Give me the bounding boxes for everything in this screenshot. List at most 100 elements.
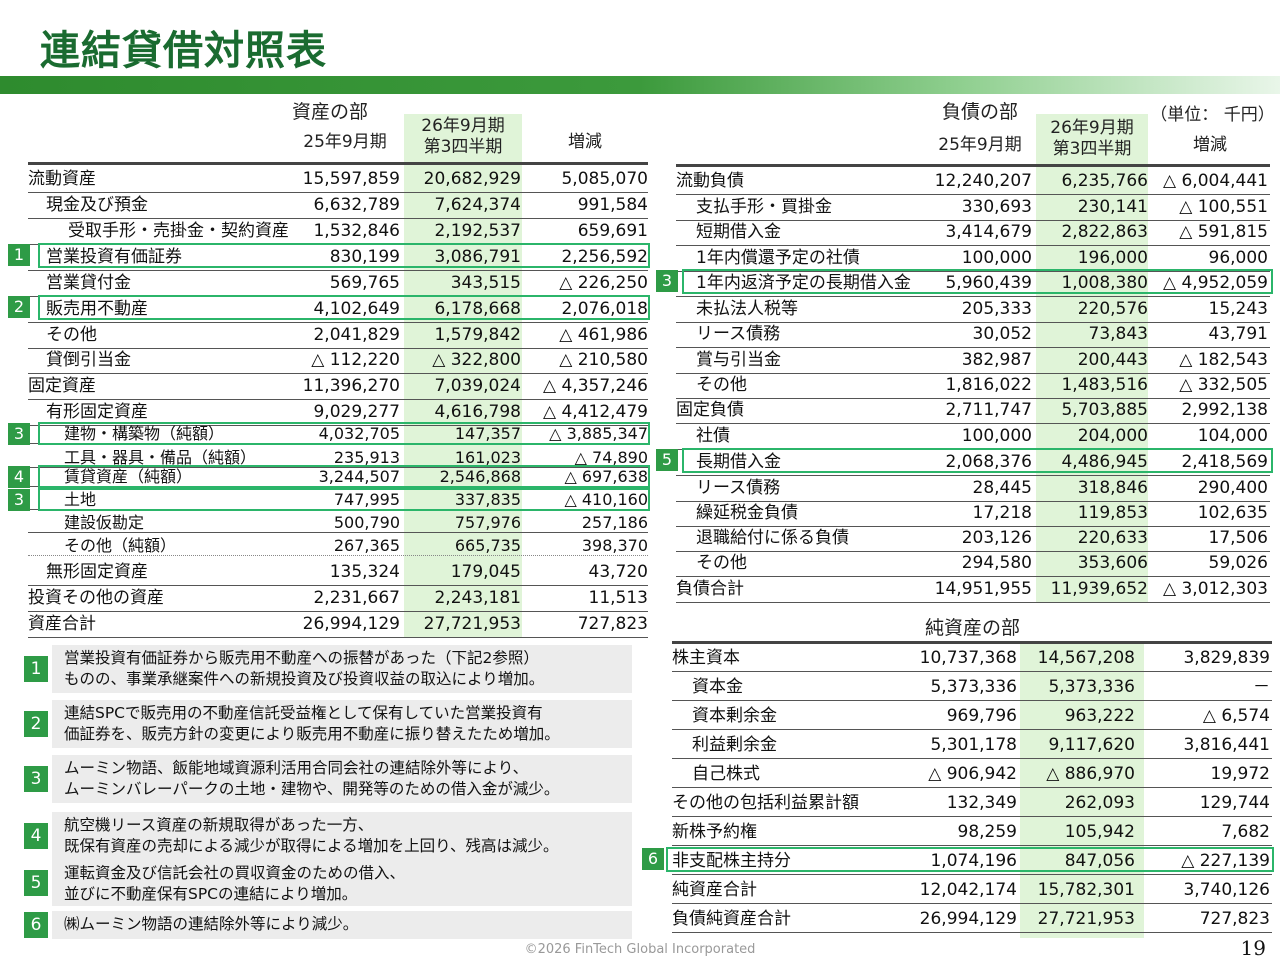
equity-row: 負債純資産合計 26,994,129 27,721,953 727,823 bbox=[672, 907, 1272, 932]
equity-row-divider bbox=[672, 932, 1272, 933]
note-number-badge: 5 bbox=[24, 870, 48, 896]
equity-row-value-current: 15,782,301 bbox=[1037, 880, 1135, 900]
assets-row-label: 現金及び預金 bbox=[46, 195, 148, 215]
assets-row-label: 流動資産 bbox=[28, 169, 96, 189]
assets-row-value-prev: 569,765 bbox=[329, 273, 400, 293]
assets-row: 受取手形・売掛金・契約資産 1,532,846 2,192,537 659,691 bbox=[28, 219, 648, 244]
equity-row-label: 自己株式 bbox=[692, 764, 760, 784]
liabilities-row-value-prev: 330,693 bbox=[961, 197, 1032, 217]
liabilities-row-label: 固定負債 bbox=[676, 400, 744, 420]
note-text: ムーミン物語、飯能地域資源利活用合同会社の連結除外等により、 ムーミンバレーパー… bbox=[52, 755, 632, 803]
copyright-footer: ©2026 FinTech Global Incorporated bbox=[524, 942, 756, 957]
liabilities-row-value-current: 11,939,652 bbox=[1050, 579, 1148, 599]
equity-badge: 6 bbox=[642, 848, 664, 870]
liabilities-col-current: 26年9月期 第3四半期 bbox=[1050, 118, 1134, 159]
assets-row-divider bbox=[28, 555, 648, 556]
note-text: 運転資金及び信託会社の買収資金のための借入、 並びに不動産保有SPCの連結により… bbox=[52, 860, 632, 906]
assets-badge: 1 bbox=[8, 244, 30, 266]
assets-row-value-prev: 26,994,129 bbox=[302, 614, 400, 634]
liabilities-row-value-diff: △ 100,551 bbox=[1179, 197, 1268, 217]
equity-row-value-current: △ 886,970 bbox=[1046, 764, 1135, 784]
liabilities-row-value-prev: 294,580 bbox=[961, 553, 1032, 573]
assets-row: 貸倒引当金 △ 112,220 △ 322,800 △ 210,580 bbox=[28, 348, 648, 373]
assets-header-rule bbox=[28, 162, 648, 165]
liabilities-row-value-current: 220,576 bbox=[1077, 299, 1148, 319]
page-title: 連結貸借対照表 bbox=[40, 28, 327, 74]
liabilities-row-value-diff: 104,000 bbox=[1197, 426, 1268, 446]
liabilities-row-value-current: 119,853 bbox=[1077, 503, 1148, 523]
liabilities-row-value-current: 5,703,885 bbox=[1061, 400, 1148, 420]
note-text: 連結SPCで販売用の不動産信託受益権として保有していた営業投資有 価証券を、販売… bbox=[52, 700, 632, 748]
assets-row-value-prev: 500,790 bbox=[333, 513, 400, 532]
equity-section-header: 純資産の部 bbox=[924, 617, 1020, 639]
assets-row-value-diff: 398,370 bbox=[581, 536, 648, 555]
liabilities-row-label: 未払法人税等 bbox=[696, 299, 798, 319]
equity-row-label: 資本剰余金 bbox=[692, 706, 777, 726]
assets-row: 無形固定資産 135,324 179,045 43,720 bbox=[28, 560, 648, 585]
liabilities-row-value-prev: 100,000 bbox=[961, 248, 1032, 268]
equity-row-label: 利益剰余金 bbox=[692, 735, 777, 755]
assets-row-value-current: 27,721,953 bbox=[423, 614, 521, 634]
equity-row-value-diff: 3,740,126 bbox=[1183, 880, 1270, 900]
equity-row-value-diff: 3,829,839 bbox=[1183, 648, 1270, 668]
assets-row-value-diff: 257,186 bbox=[581, 513, 648, 532]
assets-section-header: 資産の部 bbox=[291, 101, 368, 123]
liabilities-row-value-prev: 12,240,207 bbox=[934, 171, 1032, 191]
equity-row: 利益剰余金 5,301,178 9,117,620 3,816,441 bbox=[672, 733, 1272, 758]
equity-row-divider bbox=[672, 787, 1272, 788]
liabilities-row-value-diff: △ 182,543 bbox=[1179, 350, 1268, 370]
liabilities-row-divider bbox=[676, 602, 1270, 603]
liabilities-badge: 3 bbox=[656, 270, 678, 292]
equity-row-divider bbox=[672, 845, 1272, 846]
assets-row-divider bbox=[28, 637, 648, 638]
liabilities-row-value-prev: 1,816,022 bbox=[945, 375, 1032, 395]
liabilities-row-label: 繰延税金負債 bbox=[696, 503, 798, 523]
assets-row-label: 固定資産 bbox=[28, 376, 96, 396]
assets-highlight-box bbox=[38, 465, 650, 488]
equity-row-value-current: 9,117,620 bbox=[1048, 735, 1135, 755]
equity-row-divider bbox=[672, 758, 1272, 759]
assets-badge: 3 bbox=[8, 423, 30, 445]
equity-row-value-prev: 10,737,368 bbox=[919, 648, 1017, 668]
assets-row-label: その他 bbox=[46, 325, 97, 345]
liabilities-row: その他 1,816,022 1,483,516 △ 332,505 bbox=[676, 373, 1270, 398]
equity-row-value-current: 27,721,953 bbox=[1037, 909, 1135, 929]
assets-col-prev: 25年9月期 bbox=[303, 132, 387, 152]
assets-col-diff: 増減 bbox=[568, 132, 602, 152]
liabilities-row-value-diff: 59,026 bbox=[1208, 553, 1268, 573]
liabilities-row-value-current: 196,000 bbox=[1077, 248, 1148, 268]
liabilities-section-header: 負債の部 bbox=[941, 101, 1018, 123]
assets-row-label: 営業貸付金 bbox=[46, 273, 131, 293]
assets-row-value-diff: △ 210,580 bbox=[559, 350, 648, 370]
liabilities-row: リース債務 30,052 73,843 43,791 bbox=[676, 322, 1270, 347]
assets-row-value-prev: 11,396,270 bbox=[302, 376, 400, 396]
note-number-badge: 6 bbox=[24, 912, 48, 938]
liabilities-row: 支払手形・買掛金 330,693 230,141 △ 100,551 bbox=[676, 195, 1270, 220]
assets-row-value-prev: 2,231,667 bbox=[313, 588, 400, 608]
equity-row-divider bbox=[672, 700, 1272, 701]
liabilities-row-value-current: 318,846 bbox=[1077, 478, 1148, 498]
assets-highlight-box bbox=[38, 295, 650, 320]
liabilities-row-value-diff: 2,992,138 bbox=[1181, 400, 1268, 420]
liabilities-row-value-diff: △ 591,815 bbox=[1179, 222, 1268, 242]
liabilities-row-label: その他 bbox=[696, 553, 747, 573]
liabilities-row-value-diff: △ 332,505 bbox=[1179, 375, 1268, 395]
equity-row-value-diff: △ 6,574 bbox=[1202, 706, 1270, 726]
equity-row-label: 純資産合計 bbox=[672, 880, 757, 900]
assets-row-value-diff: 659,691 bbox=[577, 221, 648, 241]
liabilities-row: 社債 100,000 204,000 104,000 bbox=[676, 424, 1270, 449]
note-number-badge: 4 bbox=[24, 823, 48, 849]
liabilities-row: 短期借入金 3,414,679 2,822,863 △ 591,815 bbox=[676, 220, 1270, 245]
liabilities-row-value-prev: 17,218 bbox=[972, 503, 1032, 523]
assets-row-value-current: 1,579,842 bbox=[434, 325, 521, 345]
assets-row-value-prev: 15,597,859 bbox=[302, 169, 400, 189]
equity-row-value-prev: △ 906,942 bbox=[928, 764, 1017, 784]
assets-row-value-diff: 991,584 bbox=[577, 195, 648, 215]
note-text: 営業投資有価証券から販売用不動産への振替があった（下記2参照） ものの、事業承継… bbox=[52, 645, 632, 693]
assets-row: 資産合計 26,994,129 27,721,953 727,823 bbox=[28, 612, 648, 637]
liabilities-row-value-current: 6,235,766 bbox=[1061, 171, 1148, 191]
equity-row: 資本剰余金 969,796 963,222 △ 6,574 bbox=[672, 704, 1272, 729]
equity-row-value-diff: 7,682 bbox=[1221, 822, 1270, 842]
liabilities-row-value-current: 204,000 bbox=[1077, 426, 1148, 446]
equity-row-value-diff: － bbox=[1253, 677, 1270, 697]
